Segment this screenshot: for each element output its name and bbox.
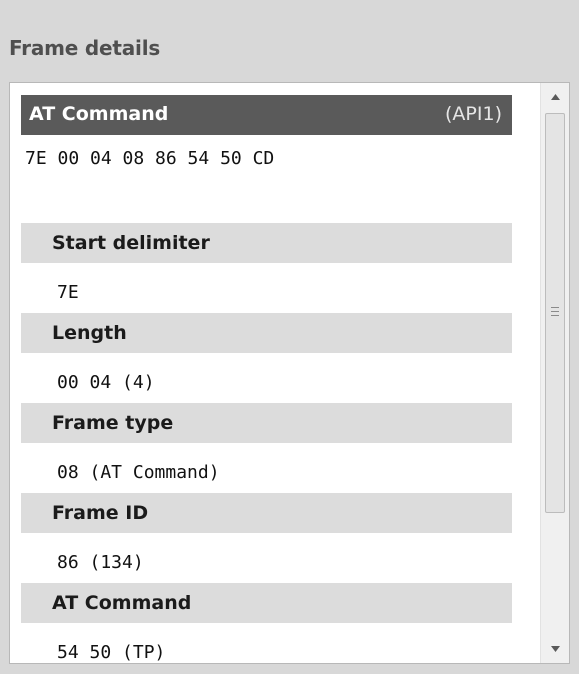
field-value-frame-id: 86 (134) [57, 552, 144, 573]
triangle-up-icon [550, 94, 560, 100]
field-value-start-delimiter: 7E [57, 282, 79, 303]
field-header-frame-type: Frame type [21, 403, 512, 443]
field-value-frame-type: 08 (AT Command) [57, 462, 220, 483]
grip-lines-icon [551, 307, 559, 318]
frame-header: AT Command (API1) [21, 95, 512, 135]
field-value-at-command: 54 50 (TP) [57, 642, 166, 663]
frame-type-title: AT Command [29, 103, 169, 125]
scroll-down-button[interactable] [541, 635, 569, 663]
field-header-length: Length [21, 313, 512, 353]
frame-details-content[interactable]: AT Command (API1) 7E 00 04 08 86 54 50 C… [9, 82, 570, 664]
frame-details-panel: Frame details AT Command (API1) 7E 00 04… [0, 0, 579, 674]
field-header-frame-id: Frame ID [21, 493, 512, 533]
scroll-up-button[interactable] [541, 83, 569, 111]
scroll-thumb[interactable] [545, 113, 565, 513]
api-mode-label: (API1) [445, 103, 502, 125]
vertical-scrollbar[interactable] [540, 83, 569, 663]
field-label: Frame ID [52, 502, 149, 524]
field-label: AT Command [52, 592, 192, 614]
field-value-length: 00 04 (4) [57, 372, 155, 393]
field-label: Length [52, 322, 127, 344]
triangle-down-icon [550, 646, 560, 652]
field-label: Frame type [52, 412, 174, 434]
field-label: Start delimiter [52, 232, 210, 254]
field-header-at-command: AT Command [21, 583, 512, 623]
field-header-start-delimiter: Start delimiter [21, 223, 512, 263]
panel-title: Frame details [9, 36, 161, 60]
raw-frame-bytes: 7E 00 04 08 86 54 50 CD [25, 148, 275, 169]
